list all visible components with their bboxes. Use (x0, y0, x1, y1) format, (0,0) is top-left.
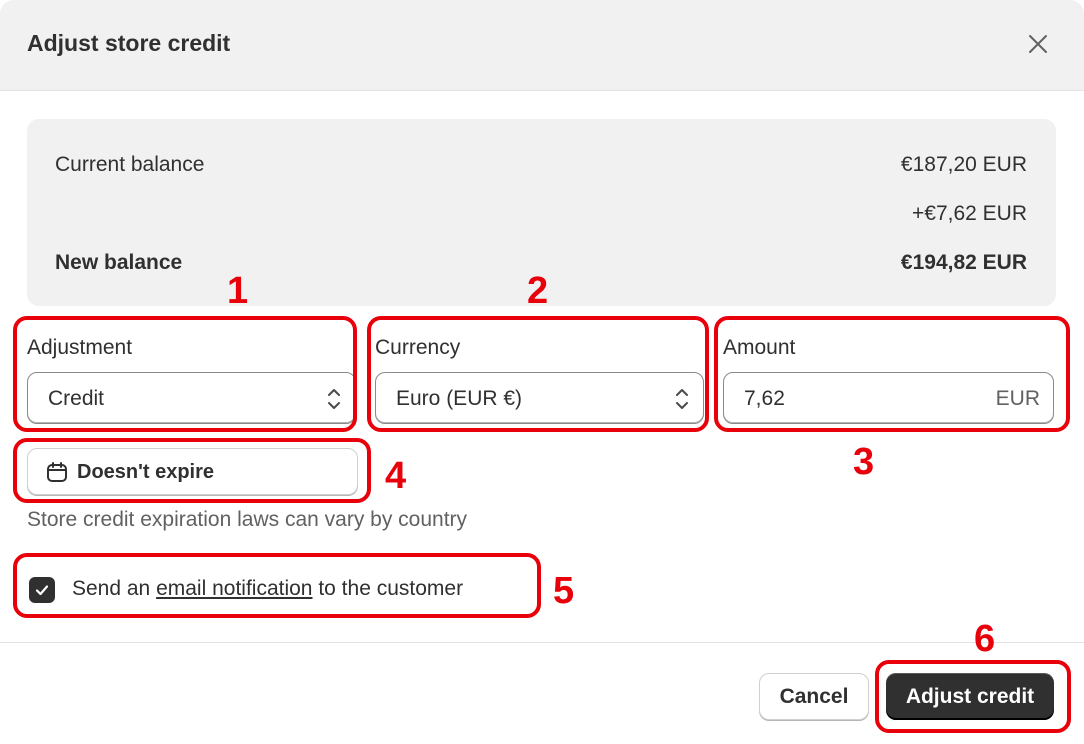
annotation-number-4: 4 (385, 455, 407, 497)
annotation-number-1: 1 (227, 270, 249, 312)
annotation-box-3 (714, 316, 1070, 432)
expiry-helper-text: Store credit expiration laws can vary by… (27, 508, 468, 531)
annotation-box-2 (367, 316, 709, 432)
new-balance-value: €194,82 EUR (900, 251, 1027, 274)
current-balance-label: Current balance (55, 153, 205, 176)
adjustment-delta-value: +€7,62 EUR (912, 202, 1027, 225)
dialog-header: Adjust store credit (0, 0, 1084, 91)
new-balance-label: New balance (55, 251, 183, 274)
cancel-button[interactable]: Cancel (759, 673, 869, 720)
dialog-title: Adjust store credit (27, 30, 231, 56)
current-balance-value: €187,20 EUR (900, 153, 1027, 176)
annotation-number-6: 6 (974, 618, 996, 660)
annotation-box-6 (875, 660, 1071, 733)
annotation-box-5 (13, 553, 541, 618)
annotation-number-2: 2 (527, 270, 549, 312)
annotation-number-3: 3 (853, 441, 875, 483)
close-button[interactable] (1020, 26, 1056, 62)
annotation-number-5: 5 (553, 570, 575, 612)
footer-divider (0, 642, 1084, 643)
annotation-box-1 (13, 316, 357, 432)
close-icon (1029, 35, 1047, 53)
annotation-box-4 (13, 438, 371, 503)
